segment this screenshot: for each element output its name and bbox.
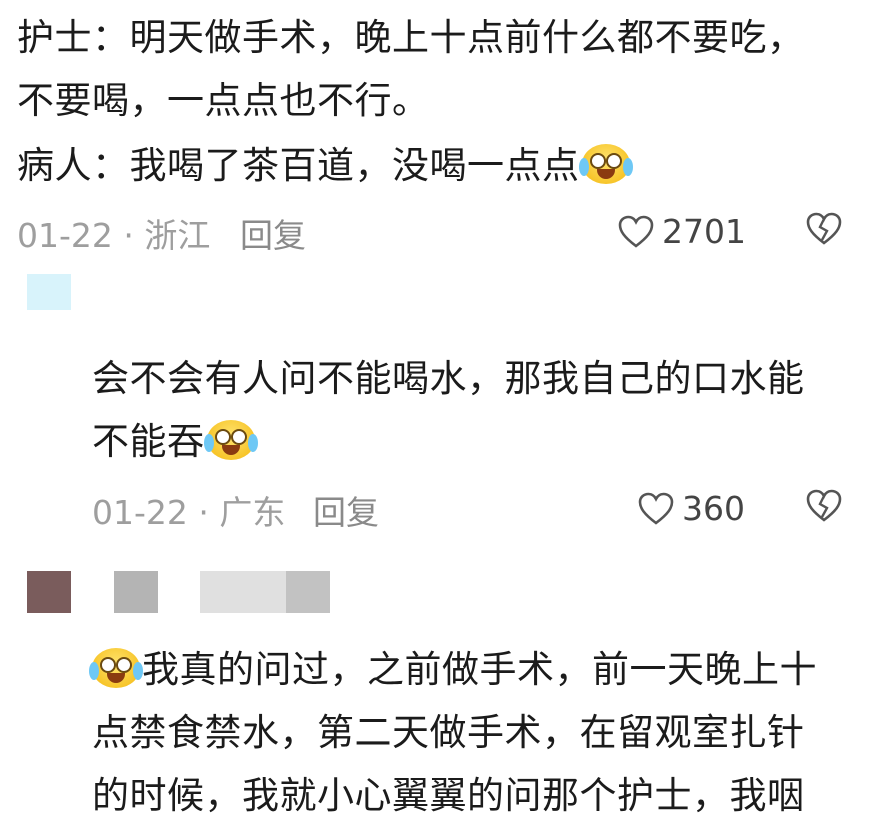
comment-1-like-count: 2701 [662,212,746,251]
crying-laughing-emoji-icon [203,420,258,460]
comment-2-text-line-2-content: 不能吞 [92,420,205,463]
comment-1-text-line-3-content: 病人：我喝了茶百道，没喝一点点 [17,144,580,187]
comment-1-text-line-3: 病人：我喝了茶百道，没喝一点点 [17,134,633,197]
comment-3-text-line-1: 我真的问过，之前做手术，前一天晚上十 [89,638,817,701]
comment-2-text-line-1: 会不会有人问不能喝水，那我自己的口水能 [92,357,805,400]
comment-1-text-line-1: 护士：明天做手术，晚上十点前什么都不要吃， [17,16,805,59]
comment-1-text-line-2: 不要喝，一点点也不行。 [17,79,430,122]
comment-1-like-button[interactable]: 2701 [618,212,746,251]
comment-1-meta: 01-22 · 浙江 [17,216,211,255]
comment-2-like-button[interactable]: 360 [638,489,745,528]
comment-2-dislike-button[interactable] [806,489,842,523]
crying-laughing-emoji-icon [578,144,633,184]
broken-heart-icon [806,212,842,246]
avatar-blurred[interactable] [27,274,71,310]
comment-2-meta: 01-22 · 广东 [92,493,286,532]
broken-heart-icon [806,489,842,523]
crying-laughing-emoji-icon [89,648,143,688]
heart-icon [618,215,654,249]
comment-1-dislike-button[interactable] [806,212,842,246]
comment-2-reply-button[interactable]: 回复 [313,486,379,534]
comment-3-text-line-2: 点禁食禁水，第二天做手术，在留观室扎针 [92,711,805,754]
avatar-blurred[interactable] [27,571,71,613]
comment-3-text-line-3: 的时候，我就小心翼翼的问那个护士，我咽 [92,774,805,817]
comment-2-text-line-2: 不能吞 [92,410,258,473]
username-blurred [200,571,286,613]
comment-3-text-line-1-content: 我真的问过，之前做手术，前一天晚上十 [142,648,817,691]
username-blurred[interactable] [114,571,158,613]
comment-2-like-count: 360 [682,489,745,528]
heart-icon [638,492,674,526]
comment-1-reply-button[interactable]: 回复 [240,209,306,257]
username-blurred [286,571,330,613]
